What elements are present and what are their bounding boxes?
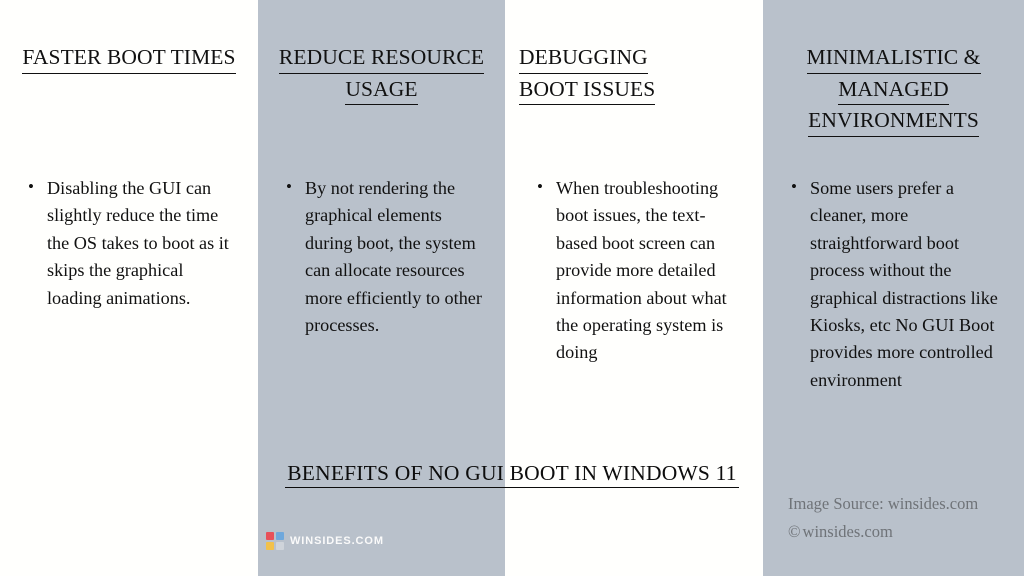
column-heading-4-line-1: MINIMALISTIC & bbox=[806, 42, 981, 74]
list-item: By not rendering the graphical elements … bbox=[286, 174, 489, 339]
bullet-list-3: When troubleshooting boot issues, the te… bbox=[537, 174, 743, 367]
column-body-3: When troubleshooting boot issues, the te… bbox=[505, 174, 763, 367]
column-body-1: Disabling the GUI can slightly reduce th… bbox=[0, 174, 258, 312]
column-body-4: Some users prefer a cleaner, more straig… bbox=[763, 174, 1024, 394]
infographic-canvas: FASTER BOOT TIMES Disabling the GUI can … bbox=[0, 0, 1024, 576]
column-debugging-boot-issues: DEBUGGING BOOT ISSUES When troubleshooti… bbox=[505, 0, 763, 576]
list-item: Some users prefer a cleaner, more straig… bbox=[791, 174, 1002, 394]
list-item: When troubleshooting boot issues, the te… bbox=[537, 174, 743, 367]
column-heading-3-line-2: BOOT ISSUES bbox=[519, 74, 656, 106]
logo-square-bottom-left bbox=[266, 541, 274, 550]
attribution-block: Image Source: winsides.com © winsides.com bbox=[788, 490, 978, 547]
column-body-2: By not rendering the graphical elements … bbox=[258, 174, 505, 339]
column-faster-boot-times: FASTER BOOT TIMES Disabling the GUI can … bbox=[0, 0, 258, 576]
copyright-icon: © bbox=[788, 522, 801, 542]
winsides-logo: WINSIDES.COM bbox=[266, 532, 384, 550]
image-source-line: Image Source: winsides.com bbox=[788, 494, 979, 513]
copyright-text: winsides.com bbox=[802, 522, 893, 542]
copyright-line: © winsides.com bbox=[788, 518, 978, 546]
page-title: BENEFITS OF NO GUI BOOT IN WINDOWS 11 bbox=[0, 461, 1024, 488]
logo-text: WINSIDES.COM bbox=[290, 534, 384, 547]
logo-square-bottom-right bbox=[275, 541, 284, 550]
column-heading-2-line-1: REDUCE RESOURCE bbox=[278, 42, 485, 74]
windows-squares-icon bbox=[266, 532, 284, 550]
column-heading-1-line-1: FASTER BOOT TIMES bbox=[22, 45, 236, 69]
column-heading-4: MINIMALISTIC & MANAGED ENVIRONMENTS bbox=[763, 42, 1024, 137]
bullet-list-4: Some users prefer a cleaner, more straig… bbox=[791, 174, 1002, 394]
column-heading-4-line-2: MANAGED bbox=[838, 74, 949, 106]
bullet-list-1: Disabling the GUI can slightly reduce th… bbox=[28, 174, 236, 312]
page-title-text: BENEFITS OF NO GUI BOOT IN WINDOWS 11 bbox=[285, 461, 739, 488]
logo-square-top-left bbox=[266, 532, 274, 540]
logo-square-top-right bbox=[275, 532, 284, 540]
list-item: Disabling the GUI can slightly reduce th… bbox=[28, 174, 236, 312]
column-heading-1: FASTER BOOT TIMES bbox=[0, 42, 258, 74]
column-heading-4-line-3: ENVIRONMENTS bbox=[808, 105, 979, 137]
column-heading-2-line-2: USAGE bbox=[345, 74, 418, 106]
column-heading-3-line-1: DEBUGGING bbox=[519, 42, 648, 74]
column-heading-3: DEBUGGING BOOT ISSUES bbox=[505, 42, 763, 106]
column-reduce-resource-usage: REDUCE RESOURCE USAGE By not rendering t… bbox=[258, 0, 505, 576]
bullet-list-2: By not rendering the graphical elements … bbox=[286, 174, 489, 339]
column-heading-2: REDUCE RESOURCE USAGE bbox=[258, 42, 505, 106]
